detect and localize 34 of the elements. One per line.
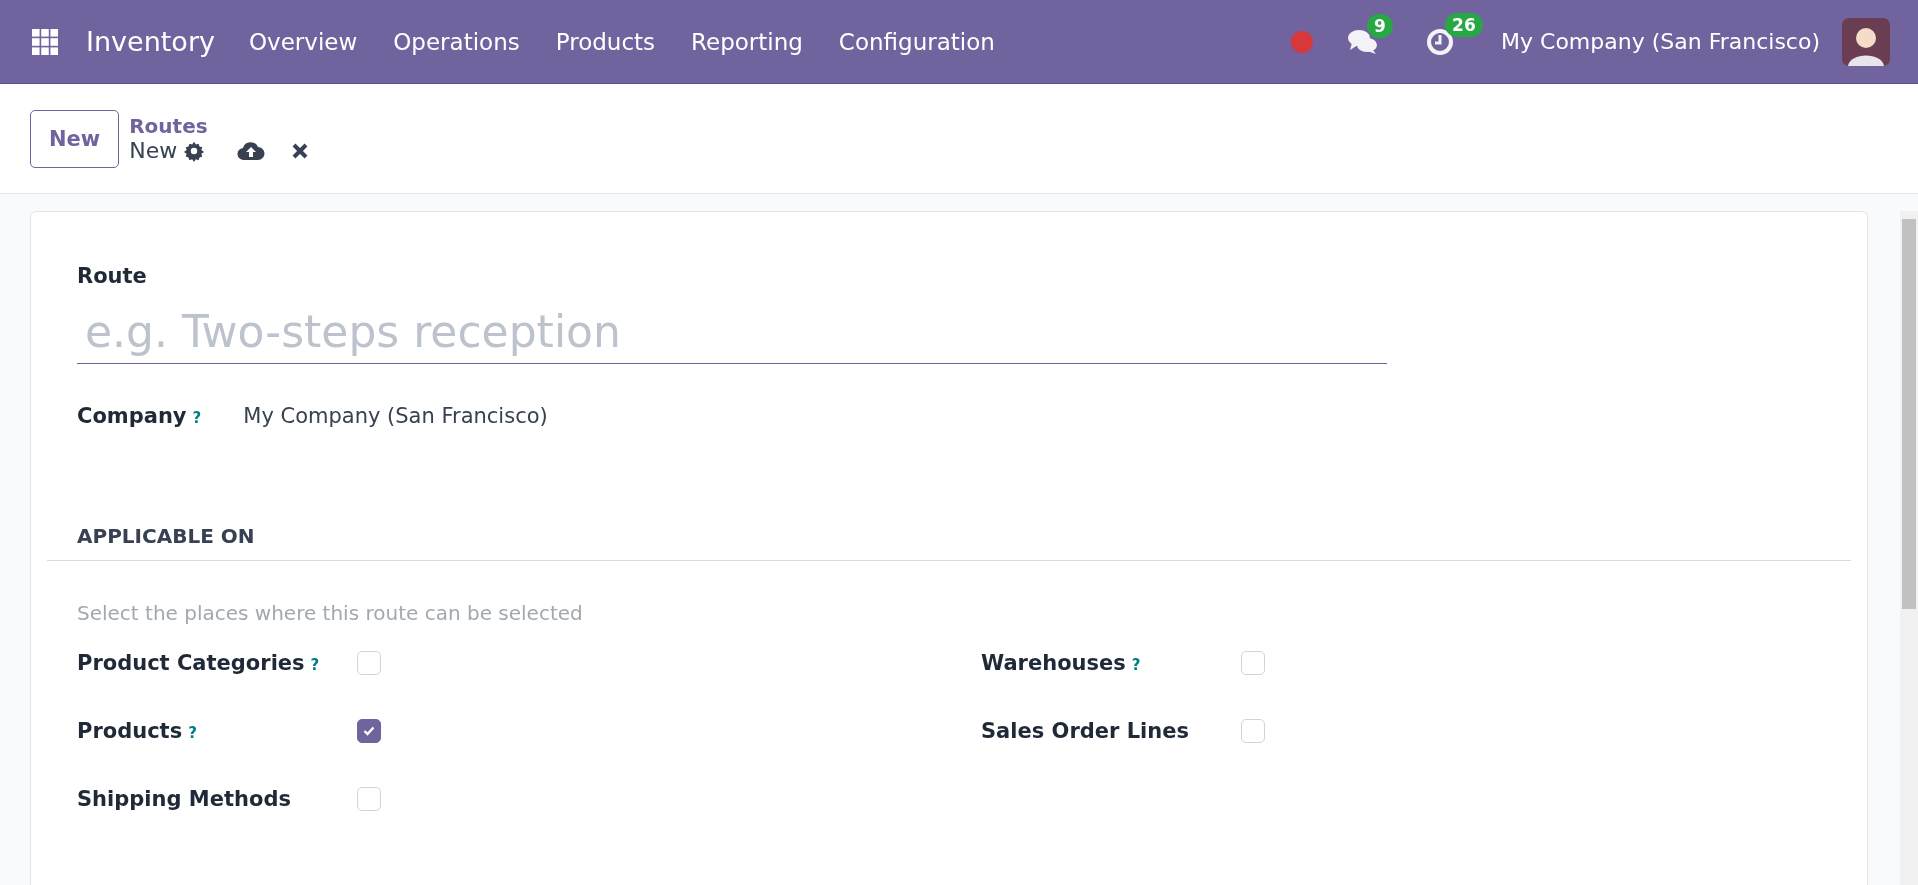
field-label: Route — [77, 264, 147, 288]
field-label: Product Categories — [77, 651, 305, 675]
user-avatar-icon[interactable] — [1842, 17, 1890, 66]
company-field[interactable]: My Company (San Francisco) — [243, 404, 548, 428]
record-dot-icon[interactable] — [1291, 30, 1314, 53]
help-tooltip-link[interactable]: ? — [188, 724, 197, 742]
breadcrumb-link[interactable]: Routes — [129, 114, 310, 138]
scrollbar[interactable] — [1900, 211, 1918, 885]
menu-item[interactable]: Products — [555, 28, 656, 55]
section-hint: Select the places where this route can be selected — [77, 601, 583, 625]
menu-item[interactable]: Overview — [248, 28, 358, 55]
activity-count-badge: 26 — [1445, 12, 1483, 37]
field-label: Shipping Methods — [77, 787, 291, 811]
record-title: New — [129, 138, 178, 163]
section-title: APPLICABLE ON — [47, 524, 1851, 561]
field-label: Sales Order Lines — [981, 719, 1189, 743]
new-button[interactable]: New — [30, 109, 120, 168]
message-count-badge: 9 — [1367, 13, 1393, 38]
check-icon — [363, 726, 375, 736]
field-label: Warehouses — [981, 651, 1126, 675]
help-tooltip-link[interactable]: ? — [192, 409, 202, 427]
apps-grid-icon[interactable] — [32, 28, 58, 55]
cloud-upload-icon[interactable] — [237, 139, 266, 162]
menu-item[interactable]: Reporting — [691, 28, 803, 55]
menu-item[interactable]: Configuration — [838, 28, 995, 55]
help-tooltip-link[interactable]: ? — [310, 656, 320, 674]
checkbox[interactable] — [357, 719, 381, 743]
menu-item[interactable]: Operations — [393, 28, 520, 55]
company-switcher[interactable]: My Company (San Francisco) — [1501, 29, 1820, 54]
close-icon[interactable] — [291, 141, 310, 160]
field-label: Company — [77, 404, 187, 428]
app-name[interactable]: Inventory — [86, 26, 215, 57]
help-tooltip-link[interactable]: ? — [1131, 656, 1141, 674]
field-label: Products — [77, 719, 183, 743]
